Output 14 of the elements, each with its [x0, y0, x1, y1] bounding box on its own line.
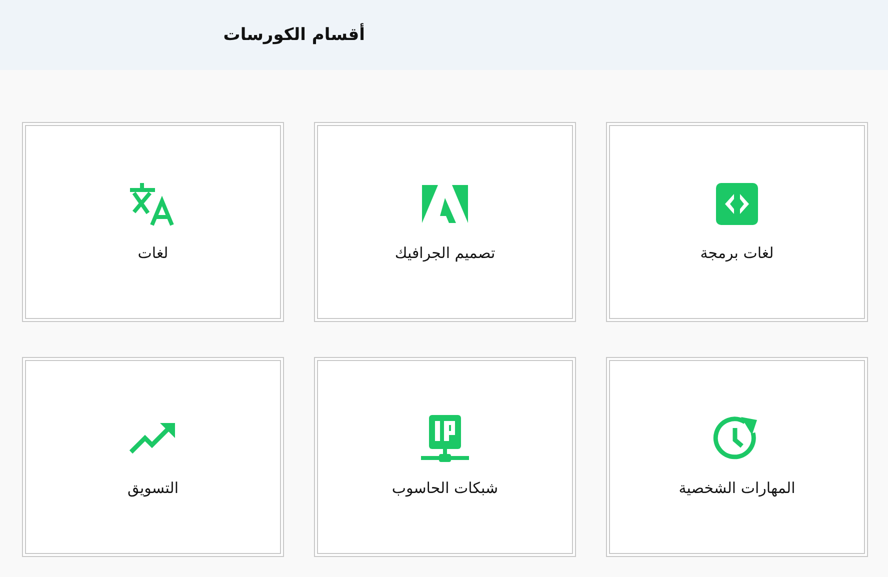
category-card[interactable]: المهارات الشخصية	[606, 357, 868, 557]
category-label: تصميم الجرافيك	[394, 242, 496, 264]
category-card[interactable]: شبكات الحاسوب	[314, 357, 576, 557]
category-label: التسويق	[127, 478, 179, 499]
category-label: شبكات الحاسوب	[392, 478, 498, 499]
page-title: أقسام الكورسات	[223, 24, 365, 46]
category-label: المهارات الشخصية	[678, 478, 796, 499]
category-label: لغات	[138, 242, 168, 264]
ip-network-icon	[421, 414, 469, 463]
category-card[interactable]: لغات	[22, 122, 284, 322]
category-card[interactable]: تصميم الجرافيك	[314, 122, 576, 322]
category-label: لغات برمجة	[700, 242, 774, 264]
category-card[interactable]: التسويق	[22, 357, 284, 557]
category-card[interactable]: لغات برمجة	[606, 122, 868, 322]
